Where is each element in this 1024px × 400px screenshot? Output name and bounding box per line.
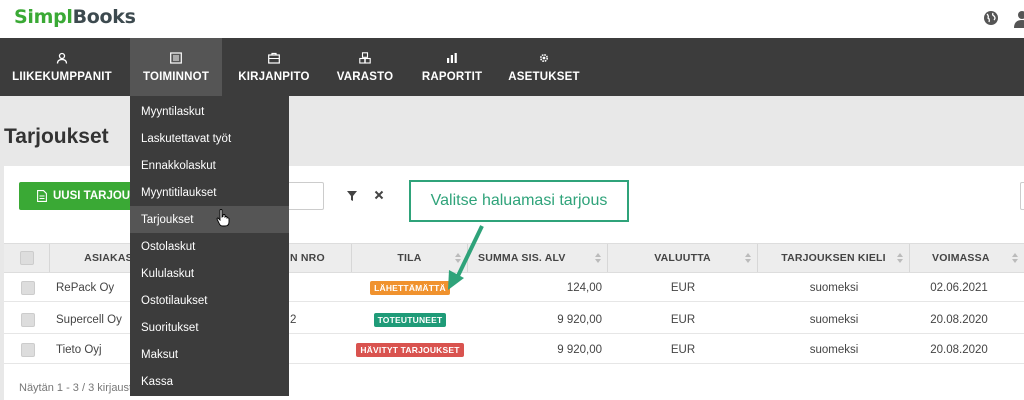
nav-item-liikekumppanit[interactable]: LIIKEKUMPPANIT	[0, 38, 124, 96]
briefcase-icon	[268, 52, 280, 64]
menu-item-maksut[interactable]: Maksut	[130, 341, 289, 368]
nav-item-label: LIIKEKUMPPANIT	[12, 70, 112, 83]
instruction-callout: Valitse haluamasi tarjous	[409, 180, 629, 222]
top-header: SimplBooks	[0, 0, 1024, 38]
status-cell: HÄVITYT TARJOUKSET	[352, 336, 468, 364]
menu-item-ostolaskut[interactable]: Ostolaskut	[130, 233, 289, 260]
menu-item-myyntilaskut[interactable]: Myyntilaskut	[130, 98, 289, 125]
menu-item-suoritukset[interactable]: Suoritukset	[130, 314, 289, 341]
nav-item-label: VARASTO	[336, 70, 394, 83]
column-header-voimassa[interactable]: VOIMASSA	[910, 244, 1024, 272]
nav-item-toiminnot[interactable]: TOIMINNOT	[130, 38, 222, 96]
currency-cell: EUR	[670, 314, 696, 326]
close-icon[interactable]	[374, 190, 384, 200]
hand-cursor-icon	[216, 209, 230, 227]
main-nav: LIIKEKUMPPANIT TOIMINNOT KIRJANPITO VARA…	[0, 38, 1024, 96]
pagination-info: Näytän 1 - 3 / 3 kirjausta	[19, 382, 139, 394]
nav-item-varasto[interactable]: VARASTO	[330, 38, 400, 96]
sort-icon	[745, 253, 751, 263]
sum-cell: 9 920,00	[557, 344, 602, 356]
row-checkbox[interactable]	[21, 343, 35, 357]
status-badge: TOTEUTUNEET	[373, 313, 447, 327]
globe-icon[interactable]	[983, 10, 999, 26]
arrow-icon	[448, 225, 484, 290]
nav-item-kirjanpito[interactable]: KIRJANPITO	[232, 38, 316, 96]
customer-cell: Supercell Oy	[56, 314, 122, 326]
nro-cell: 2	[290, 314, 297, 326]
menu-item-ennakkolaskut[interactable]: Ennakkolaskut	[130, 152, 289, 179]
menu-item-tarjoukset[interactable]: Tarjoukset	[130, 206, 289, 233]
menu-item-ostotilaukset[interactable]: Ostotilaukset	[130, 287, 289, 314]
row-checkbox[interactable]	[21, 281, 35, 295]
language-cell: suomeksi	[809, 314, 859, 326]
menu-item-kassa[interactable]: Kassa	[130, 368, 289, 395]
status-cell: TOTEUTUNEET	[352, 306, 468, 334]
sort-icon	[1012, 253, 1018, 263]
new-offer-button-label: UUSI TARJOUS	[53, 190, 138, 202]
filter-icon[interactable]	[347, 191, 357, 201]
menu-item-myyntitilaukset[interactable]: Myyntitilaukset	[130, 179, 289, 206]
column-header-valuutta[interactable]: VALUUTTA	[608, 244, 758, 272]
page-title: Tarjoukset	[4, 125, 109, 148]
customer-cell: Tieto Oyj	[56, 344, 102, 356]
column-header-nro[interactable]: N NRO	[290, 244, 352, 272]
valid-cell: 20.08.2020	[930, 314, 988, 326]
language-cell: suomeksi	[809, 282, 859, 294]
nav-item-label: KIRJANPITO	[238, 70, 310, 83]
sort-icon	[595, 253, 601, 263]
valid-cell: 02.06.2021	[930, 282, 988, 294]
nav-item-asetukset[interactable]: ASETUKSET	[500, 38, 588, 96]
boxes-icon	[359, 51, 371, 64]
sort-icon	[897, 253, 903, 263]
currency-cell: EUR	[670, 344, 696, 356]
nav-item-raportit[interactable]: RAPORTIT	[412, 38, 492, 96]
nav-item-label: TOIMINNOT	[142, 70, 210, 83]
toiminnot-dropdown: Myyntilaskut Laskutettavat työt Ennakkol…	[130, 96, 289, 396]
bar-chart-icon	[447, 52, 457, 63]
currency-cell: EUR	[670, 282, 696, 294]
user-icon[interactable]	[1014, 10, 1024, 28]
column-header-select	[4, 244, 50, 272]
menu-item-kululaskut[interactable]: Kululaskut	[130, 260, 289, 287]
valid-cell: 20.08.2020	[930, 344, 988, 356]
column-header-kieli[interactable]: TARJOUKSEN KIELI	[758, 244, 910, 272]
status-badge: LÄHETTÄMÄTTÄ	[370, 281, 450, 295]
nav-item-label: ASETUKSET	[508, 70, 580, 83]
gear-icon	[539, 53, 549, 62]
nav-item-label: RAPORTIT	[421, 70, 483, 83]
customer-cell: RePack Oy	[56, 282, 115, 294]
list-icon	[170, 51, 182, 64]
column-selector[interactable]	[1020, 182, 1024, 210]
user-icon	[56, 52, 68, 64]
language-cell: suomeksi	[809, 344, 859, 356]
status-badge: HÄVITYT TARJOUKSET	[356, 343, 464, 357]
menu-item-laskutettavat-tyot[interactable]: Laskutettavat työt	[130, 125, 289, 152]
row-checkbox[interactable]	[21, 313, 35, 327]
new-offer-button[interactable]: UUSI TARJOUS	[19, 182, 147, 210]
app-logo[interactable]: SimplBooks	[14, 6, 136, 28]
select-all-checkbox[interactable]	[19, 251, 34, 265]
sum-cell: 9 920,00	[557, 314, 602, 326]
document-icon	[37, 190, 47, 202]
